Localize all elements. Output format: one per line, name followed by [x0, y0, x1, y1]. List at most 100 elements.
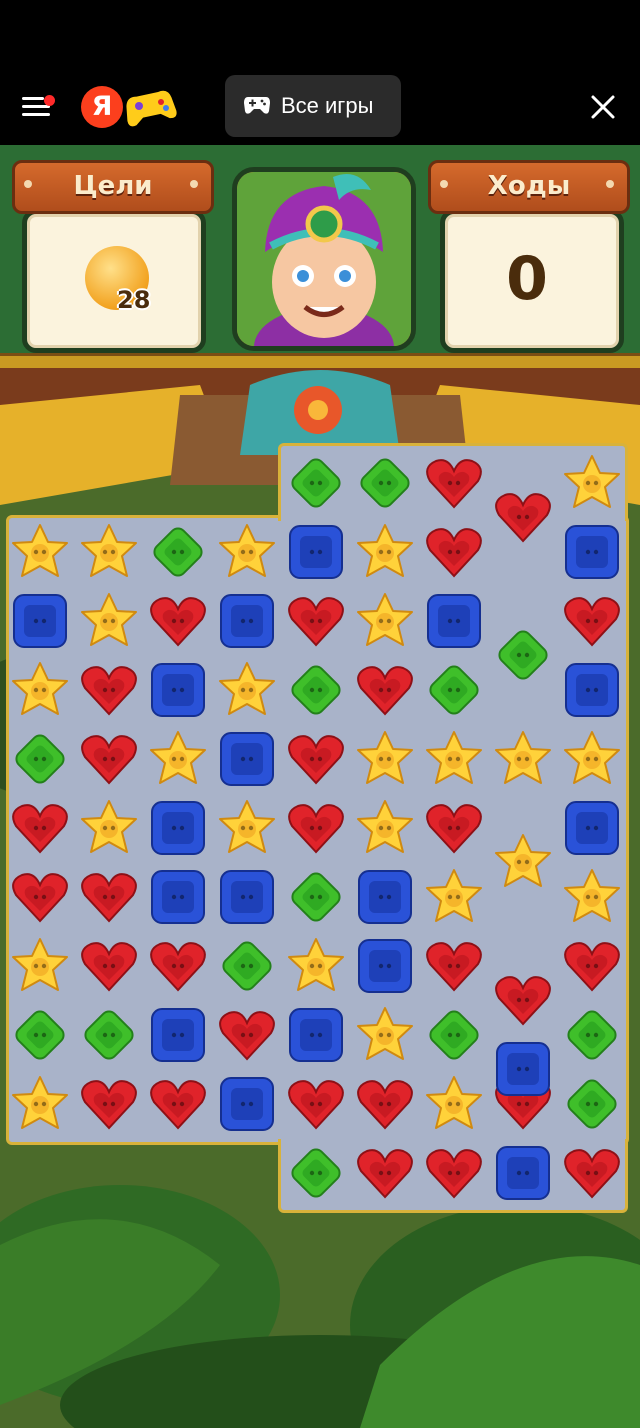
hud: 28 Цели 0 Ходы: [0, 145, 640, 368]
blue-square-piece[interactable]: [351, 863, 419, 931]
yellow-star-piece[interactable]: [351, 794, 419, 862]
green-diamond-piece[interactable]: [6, 1001, 74, 1069]
blue-square-piece[interactable]: [420, 587, 488, 655]
yellow-star-piece[interactable]: [558, 863, 626, 931]
menu-icon[interactable]: [22, 93, 58, 121]
green-diamond-piece[interactable]: [489, 621, 557, 689]
green-diamond-piece[interactable]: [558, 1001, 626, 1069]
yellow-star-icon: [426, 1076, 482, 1129]
blue-square-piece[interactable]: [213, 725, 281, 793]
red-heart-piece[interactable]: [75, 1070, 143, 1138]
red-heart-piece[interactable]: [558, 587, 626, 655]
green-diamond-piece[interactable]: [282, 1139, 350, 1207]
green-diamond-piece[interactable]: [213, 932, 281, 1000]
blue-square-piece[interactable]: [558, 518, 626, 586]
red-heart-piece[interactable]: [6, 863, 74, 931]
red-heart-piece[interactable]: [75, 863, 143, 931]
red-heart-piece[interactable]: [282, 1070, 350, 1138]
green-diamond-piece[interactable]: [282, 449, 350, 517]
yellow-star-piece[interactable]: [558, 725, 626, 793]
green-diamond-piece[interactable]: [420, 1001, 488, 1069]
blue-square-piece[interactable]: [144, 656, 212, 724]
red-heart-piece[interactable]: [420, 932, 488, 1000]
yellow-star-piece[interactable]: [489, 725, 557, 793]
yellow-star-piece[interactable]: [213, 794, 281, 862]
yellow-star-piece[interactable]: [420, 725, 488, 793]
red-heart-piece[interactable]: [558, 932, 626, 1000]
red-heart-piece[interactable]: [558, 1139, 626, 1207]
red-heart-piece[interactable]: [489, 966, 557, 1034]
red-heart-piece[interactable]: [282, 725, 350, 793]
red-heart-piece[interactable]: [420, 794, 488, 862]
yellow-star-piece[interactable]: [420, 863, 488, 931]
yellow-star-piece[interactable]: [75, 518, 143, 586]
blue-square-piece[interactable]: [144, 794, 212, 862]
yandex-logo[interactable]: Я: [81, 86, 123, 128]
green-diamond-piece[interactable]: [6, 725, 74, 793]
yellow-star-piece[interactable]: [420, 1070, 488, 1138]
red-heart-icon: [564, 942, 620, 992]
yellow-star-piece[interactable]: [144, 725, 212, 793]
blue-square-piece[interactable]: [144, 1001, 212, 1069]
yellow-star-piece[interactable]: [75, 794, 143, 862]
red-heart-piece[interactable]: [282, 587, 350, 655]
blue-square-piece[interactable]: [144, 863, 212, 931]
game-board[interactable]: [6, 443, 634, 1217]
yellow-star-piece[interactable]: [351, 1001, 419, 1069]
blue-square-piece[interactable]: [213, 863, 281, 931]
blue-square-piece[interactable]: [489, 1035, 557, 1103]
red-heart-piece[interactable]: [351, 1070, 419, 1138]
blue-square-piece[interactable]: [6, 587, 74, 655]
blue-square-piece[interactable]: [351, 932, 419, 1000]
yellow-star-piece[interactable]: [75, 587, 143, 655]
yellow-star-piece[interactable]: [489, 828, 557, 896]
red-heart-piece[interactable]: [351, 656, 419, 724]
red-heart-piece[interactable]: [75, 932, 143, 1000]
red-heart-piece[interactable]: [351, 1139, 419, 1207]
red-heart-piece[interactable]: [420, 518, 488, 586]
blue-square-piece[interactable]: [282, 1001, 350, 1069]
red-heart-piece[interactable]: [489, 483, 557, 551]
yellow-star-piece[interactable]: [213, 518, 281, 586]
fortune-teller-avatar: [237, 172, 411, 346]
gamepad-icon[interactable]: [123, 86, 177, 128]
blue-square-piece[interactable]: [489, 1139, 557, 1207]
yellow-star-piece[interactable]: [6, 656, 74, 724]
blue-square-piece[interactable]: [558, 794, 626, 862]
yellow-star-piece[interactable]: [6, 518, 74, 586]
yellow-star-piece[interactable]: [558, 449, 626, 517]
blue-square-piece[interactable]: [213, 1070, 281, 1138]
yellow-star-piece[interactable]: [351, 518, 419, 586]
blue-square-icon: [151, 663, 205, 717]
red-heart-piece[interactable]: [75, 656, 143, 724]
green-diamond-piece[interactable]: [282, 656, 350, 724]
yellow-star-piece[interactable]: [351, 587, 419, 655]
green-diamond-piece[interactable]: [558, 1070, 626, 1138]
green-diamond-piece[interactable]: [351, 449, 419, 517]
yellow-star-piece[interactable]: [282, 932, 350, 1000]
yellow-star-piece[interactable]: [351, 725, 419, 793]
red-heart-piece[interactable]: [144, 587, 212, 655]
green-diamond-piece[interactable]: [144, 518, 212, 586]
blue-square-piece[interactable]: [282, 518, 350, 586]
red-heart-piece[interactable]: [420, 449, 488, 517]
green-diamond-piece[interactable]: [420, 656, 488, 724]
red-heart-piece[interactable]: [144, 1070, 212, 1138]
all-games-button[interactable]: Все игры: [225, 75, 401, 137]
red-heart-piece[interactable]: [213, 1001, 281, 1069]
red-heart-icon: [288, 1080, 344, 1130]
red-heart-piece[interactable]: [75, 725, 143, 793]
yellow-star-piece[interactable]: [6, 932, 74, 1000]
red-heart-piece[interactable]: [282, 794, 350, 862]
green-diamond-piece[interactable]: [282, 863, 350, 931]
red-heart-piece[interactable]: [6, 794, 74, 862]
blue-square-piece[interactable]: [213, 587, 281, 655]
red-heart-piece[interactable]: [144, 932, 212, 1000]
red-heart-piece[interactable]: [420, 1139, 488, 1207]
yellow-star-piece[interactable]: [213, 656, 281, 724]
blue-square-piece[interactable]: [558, 656, 626, 724]
close-icon[interactable]: [590, 94, 616, 120]
yellow-star-piece[interactable]: [6, 1070, 74, 1138]
green-diamond-piece[interactable]: [75, 1001, 143, 1069]
green-diamond-icon: [15, 734, 65, 784]
